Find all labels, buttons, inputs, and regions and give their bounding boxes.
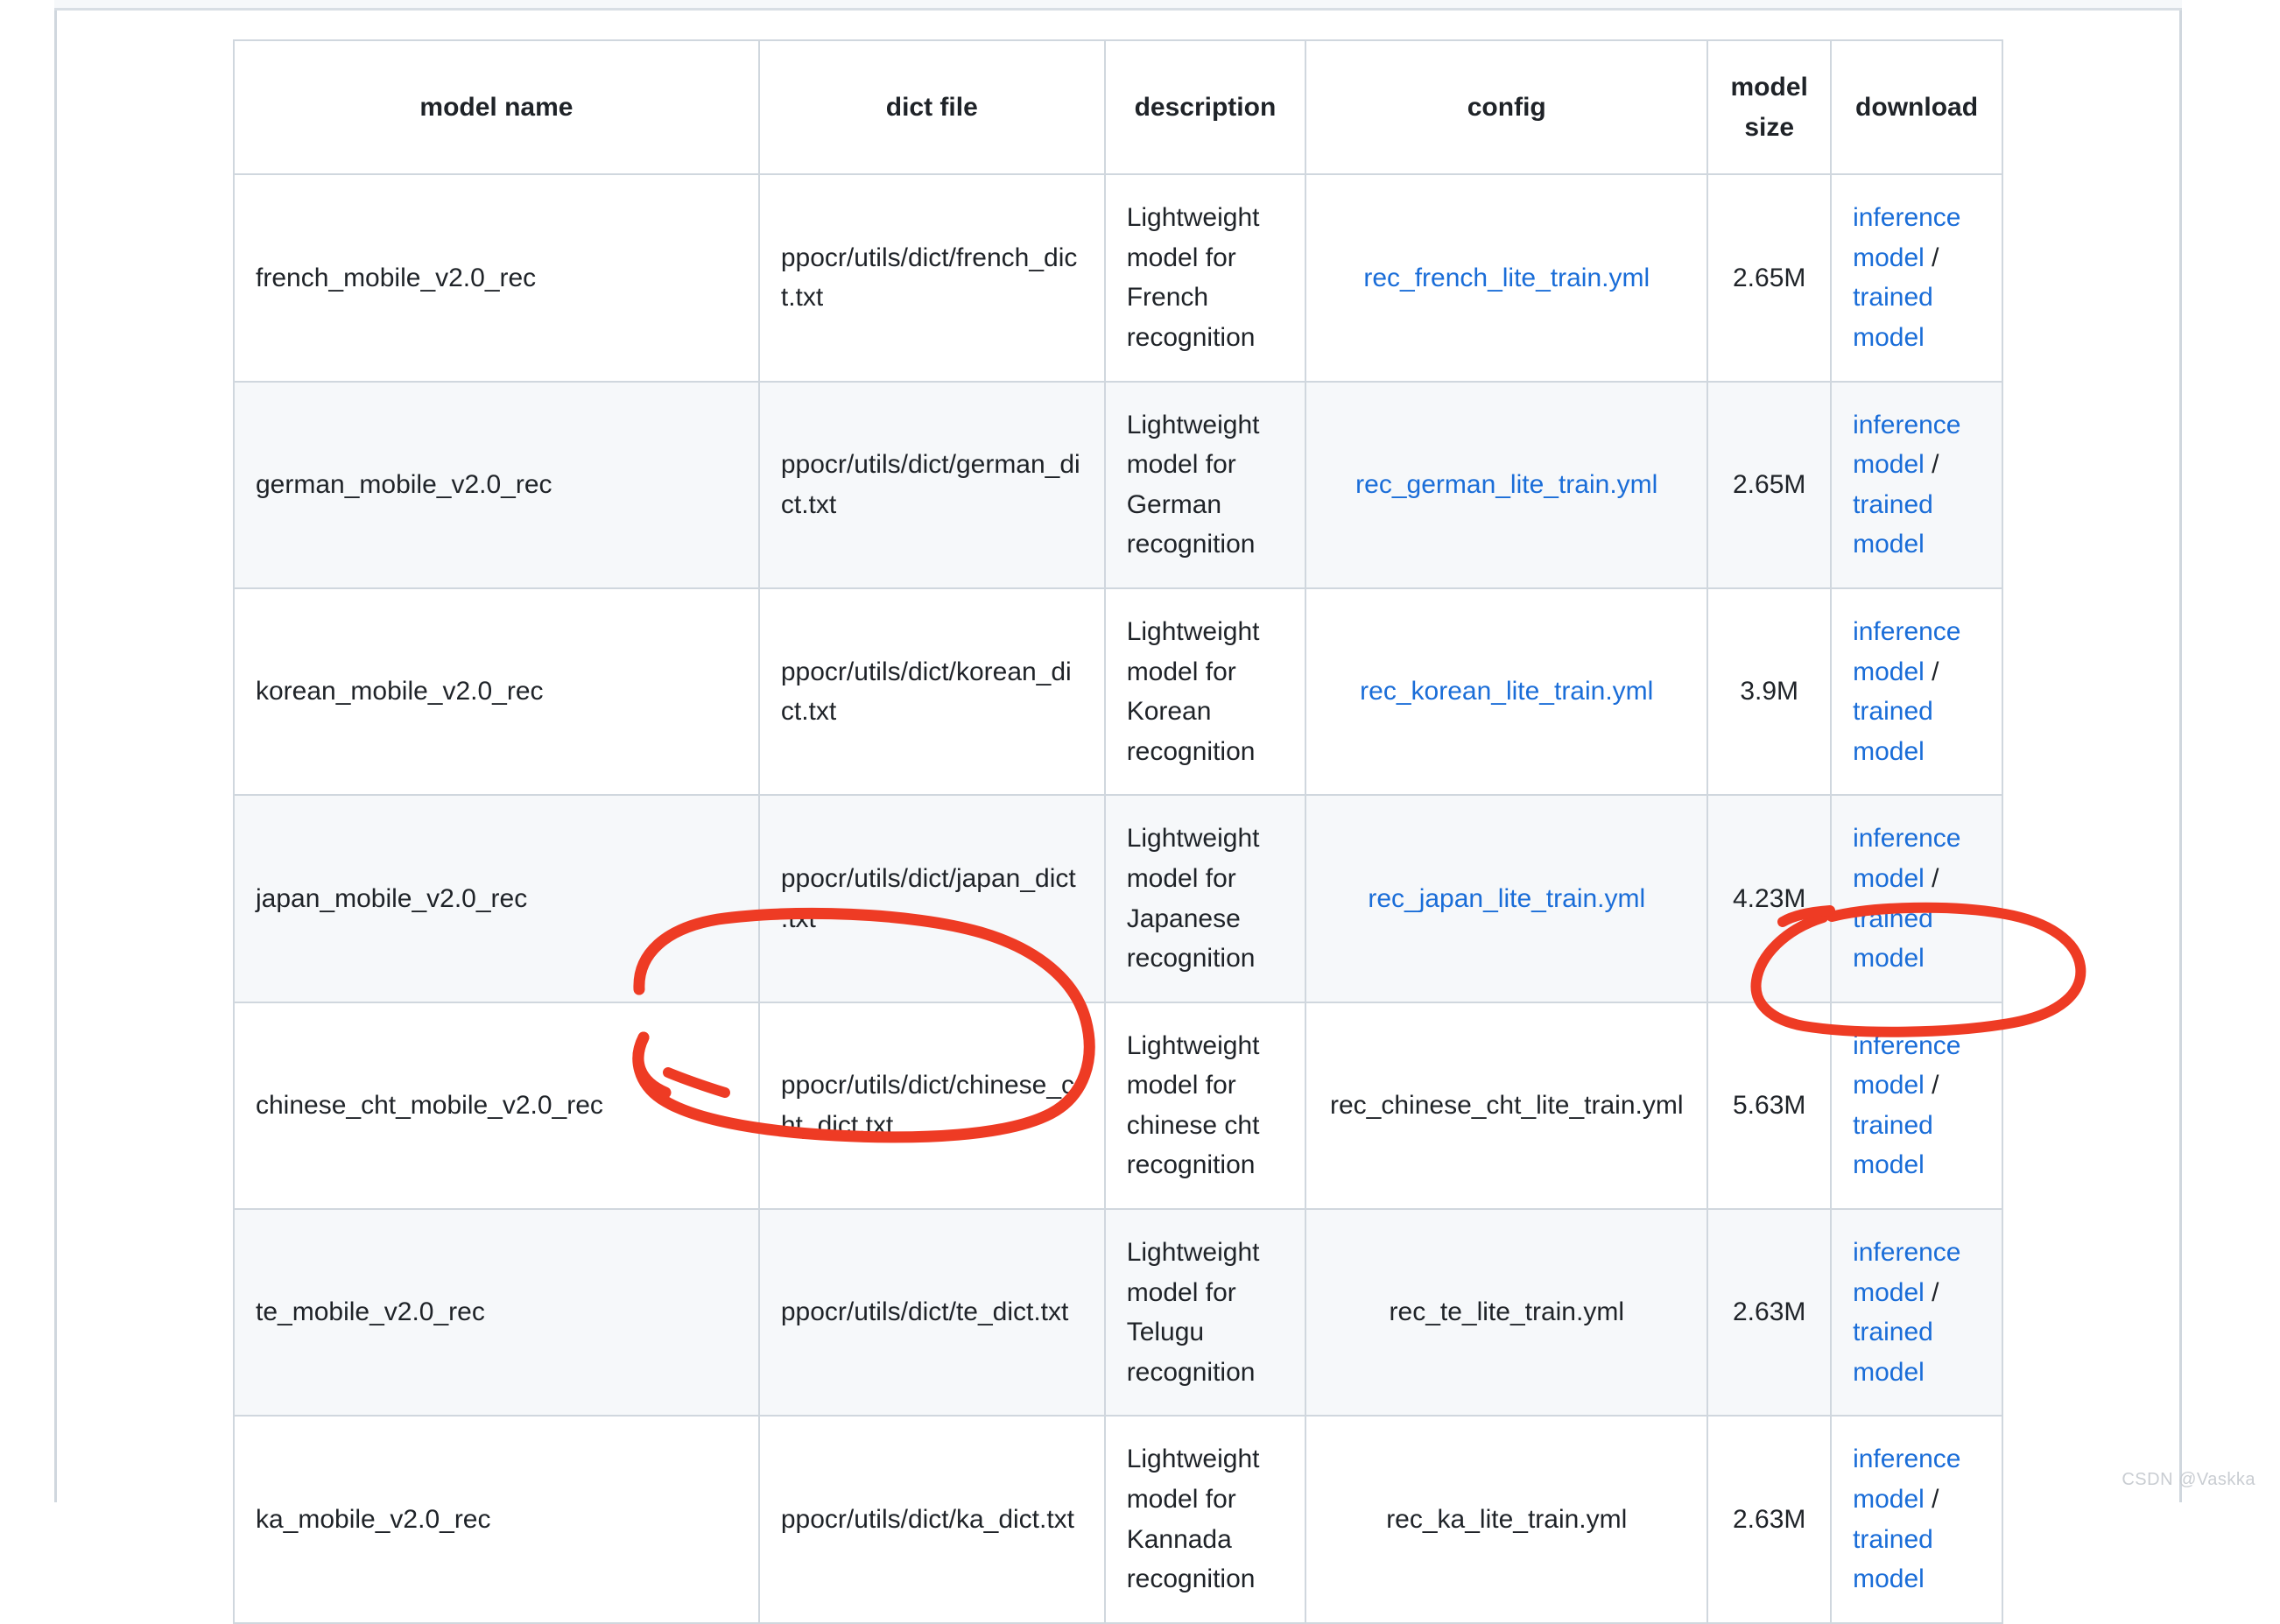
cell-download: inference model / trained model <box>1830 587 2003 797</box>
column-header-config: config <box>1305 39 1709 176</box>
cell-model-size: 4.23M <box>1706 794 1833 1003</box>
config-text: rec_ka_lite_train.yml <box>1386 1504 1628 1534</box>
cell-description: Lightweight model for Kannada recognitio… <box>1103 1415 1307 1624</box>
column-header-download: download <box>1830 39 2003 176</box>
download-separator: / <box>1932 1485 1939 1515</box>
cell-model-size: 2.65M <box>1706 380 1833 589</box>
cell-description: Lightweight model for German recognition <box>1103 380 1307 589</box>
download-separator: / <box>1932 657 1939 686</box>
inference-model-link[interactable]: inference model <box>1853 1445 1960 1514</box>
trained-model-link[interactable]: trained model <box>1853 283 1933 352</box>
cell-dict-file: ppocr/utils/dict/chinese_cht_dict.txt <box>757 1001 1106 1211</box>
config-text: rec_chinese_cht_lite_train.yml <box>1329 1091 1684 1121</box>
multilingual-model-table: model name dict file description config … <box>233 39 2003 1624</box>
inference-model-link[interactable]: inference model <box>1853 617 1960 686</box>
column-header-dict-file: dict file <box>757 39 1106 176</box>
cell-model-size: 3.9M <box>1706 587 1833 797</box>
cell-config: rec_ka_lite_train.yml <box>1305 1415 1709 1624</box>
cell-config[interactable]: rec_french_lite_train.yml <box>1305 173 1709 383</box>
cell-download: inference model / trained model <box>1830 380 2003 589</box>
download-separator: / <box>1932 863 1939 893</box>
table-header: model name dict file description config … <box>233 39 2003 176</box>
cell-download: inference model / trained model <box>1830 1415 2003 1624</box>
column-header-model-size: model size <box>1706 39 1833 176</box>
page-top-strip <box>54 0 2182 11</box>
inference-model-link[interactable]: inference model <box>1853 1238 1960 1307</box>
cell-model-name: ka_mobile_v2.0_rec <box>233 1415 760 1624</box>
cell-dict-file: ppocr/utils/dict/french_dict.txt <box>757 173 1106 383</box>
cell-config[interactable]: rec_german_lite_train.yml <box>1305 380 1709 589</box>
cell-model-name: korean_mobile_v2.0_rec <box>233 587 760 797</box>
cell-model-size: 2.63M <box>1706 1415 1833 1624</box>
download-separator: / <box>1932 243 1939 272</box>
inference-model-link[interactable]: inference model <box>1853 824 1960 893</box>
table-row: ka_mobile_v2.0_rec ppocr/utils/dict/ka_di… <box>233 1415 2003 1624</box>
inference-model-link[interactable]: inference model <box>1853 203 1960 272</box>
config-link[interactable]: rec_german_lite_train.yml <box>1355 470 1657 499</box>
trained-model-link[interactable]: trained model <box>1853 697 1933 766</box>
column-header-model-name: model name <box>233 39 760 176</box>
trained-model-link[interactable]: trained model <box>1853 1318 1933 1387</box>
cell-download: inference model / trained model <box>1830 1208 2003 1417</box>
download-separator: / <box>1932 1071 1939 1100</box>
cell-config: rec_te_lite_train.yml <box>1305 1208 1709 1417</box>
model-table-container: model name dict file description config … <box>233 39 2003 1624</box>
cell-config[interactable]: rec_japan_lite_train.yml <box>1305 794 1709 1003</box>
trained-model-link[interactable]: trained model <box>1853 1525 1933 1594</box>
trained-model-link[interactable]: trained model <box>1853 904 1933 974</box>
inference-model-link[interactable]: inference model <box>1853 1031 1960 1100</box>
cell-dict-file: ppocr/utils/dict/german_dict.txt <box>757 380 1106 589</box>
cell-model-name: german_mobile_v2.0_rec <box>233 380 760 589</box>
table-row: chinese_cht_mobile_v2.0_rec ppocr/utils/d… <box>233 1001 2003 1211</box>
trained-model-link[interactable]: trained model <box>1853 490 1933 559</box>
download-separator: / <box>1932 450 1939 480</box>
table-row: korean_mobile_v2.0_rec ppocr/utils/dict/k… <box>233 587 2003 797</box>
download-separator: / <box>1932 1277 1939 1307</box>
cell-config[interactable]: rec_korean_lite_train.yml <box>1305 587 1709 797</box>
cell-description: Lightweight model for chinese cht recogn… <box>1103 1001 1307 1211</box>
cell-model-name: te_mobile_v2.0_rec <box>233 1208 760 1417</box>
cell-description: Lightweight model for Korean recognition <box>1103 587 1307 797</box>
table-row: french_mobile_v2.0_rec ppocr/utils/dict/f… <box>233 173 2003 383</box>
config-link[interactable]: rec_japan_lite_train.yml <box>1368 884 1645 913</box>
table-row: te_mobile_v2.0_rec ppocr/utils/dict/te_di… <box>233 1208 2003 1417</box>
cell-description: Lightweight model for Telugu recognition <box>1103 1208 1307 1417</box>
cell-description: Lightweight model for Japanese recogniti… <box>1103 794 1307 1003</box>
cell-model-name: japan_mobile_v2.0_rec <box>233 794 760 1003</box>
table-header-row: model name dict file description config … <box>233 39 2003 176</box>
cell-model-name: chinese_cht_mobile_v2.0_rec <box>233 1001 760 1211</box>
cell-model-size: 2.63M <box>1706 1208 1833 1417</box>
cell-download: inference model / trained model <box>1830 173 2003 383</box>
cell-model-size: 5.63M <box>1706 1001 1833 1211</box>
table-row: german_mobile_v2.0_rec ppocr/utils/dict/g… <box>233 380 2003 589</box>
config-link[interactable]: rec_french_lite_train.yml <box>1363 264 1650 292</box>
cell-model-name: french_mobile_v2.0_rec <box>233 173 760 383</box>
cell-dict-file: ppocr/utils/dict/te_dict.txt <box>757 1208 1106 1417</box>
trained-model-link[interactable]: trained model <box>1853 1111 1933 1180</box>
column-header-description: description <box>1103 39 1307 176</box>
inference-model-link[interactable]: inference model <box>1853 411 1960 480</box>
cell-dict-file: ppocr/utils/dict/ka_dict.txt <box>757 1415 1106 1624</box>
config-text: rec_te_lite_train.yml <box>1389 1297 1624 1327</box>
cell-model-size: 2.65M <box>1706 173 1833 383</box>
config-link[interactable]: rec_korean_lite_train.yml <box>1360 677 1653 706</box>
table-row: japan_mobile_v2.0_rec ppocr/utils/dict/ja… <box>233 794 2003 1003</box>
cell-dict-file: ppocr/utils/dict/korean_dict.txt <box>757 587 1106 797</box>
cell-config: rec_chinese_cht_lite_train.yml <box>1305 1001 1709 1211</box>
cell-download: inference model / trained model <box>1830 794 2003 1003</box>
table-body: french_mobile_v2.0_rec ppocr/utils/dict/f… <box>233 173 2003 1624</box>
cell-download: inference model / trained model <box>1830 1001 2003 1211</box>
csdn-watermark: CSDN @Vaskka <box>2122 1470 2255 1489</box>
cell-dict-file: ppocr/utils/dict/japan_dict.txt <box>757 794 1106 1003</box>
cell-description: Lightweight model for French recognition <box>1103 173 1307 383</box>
